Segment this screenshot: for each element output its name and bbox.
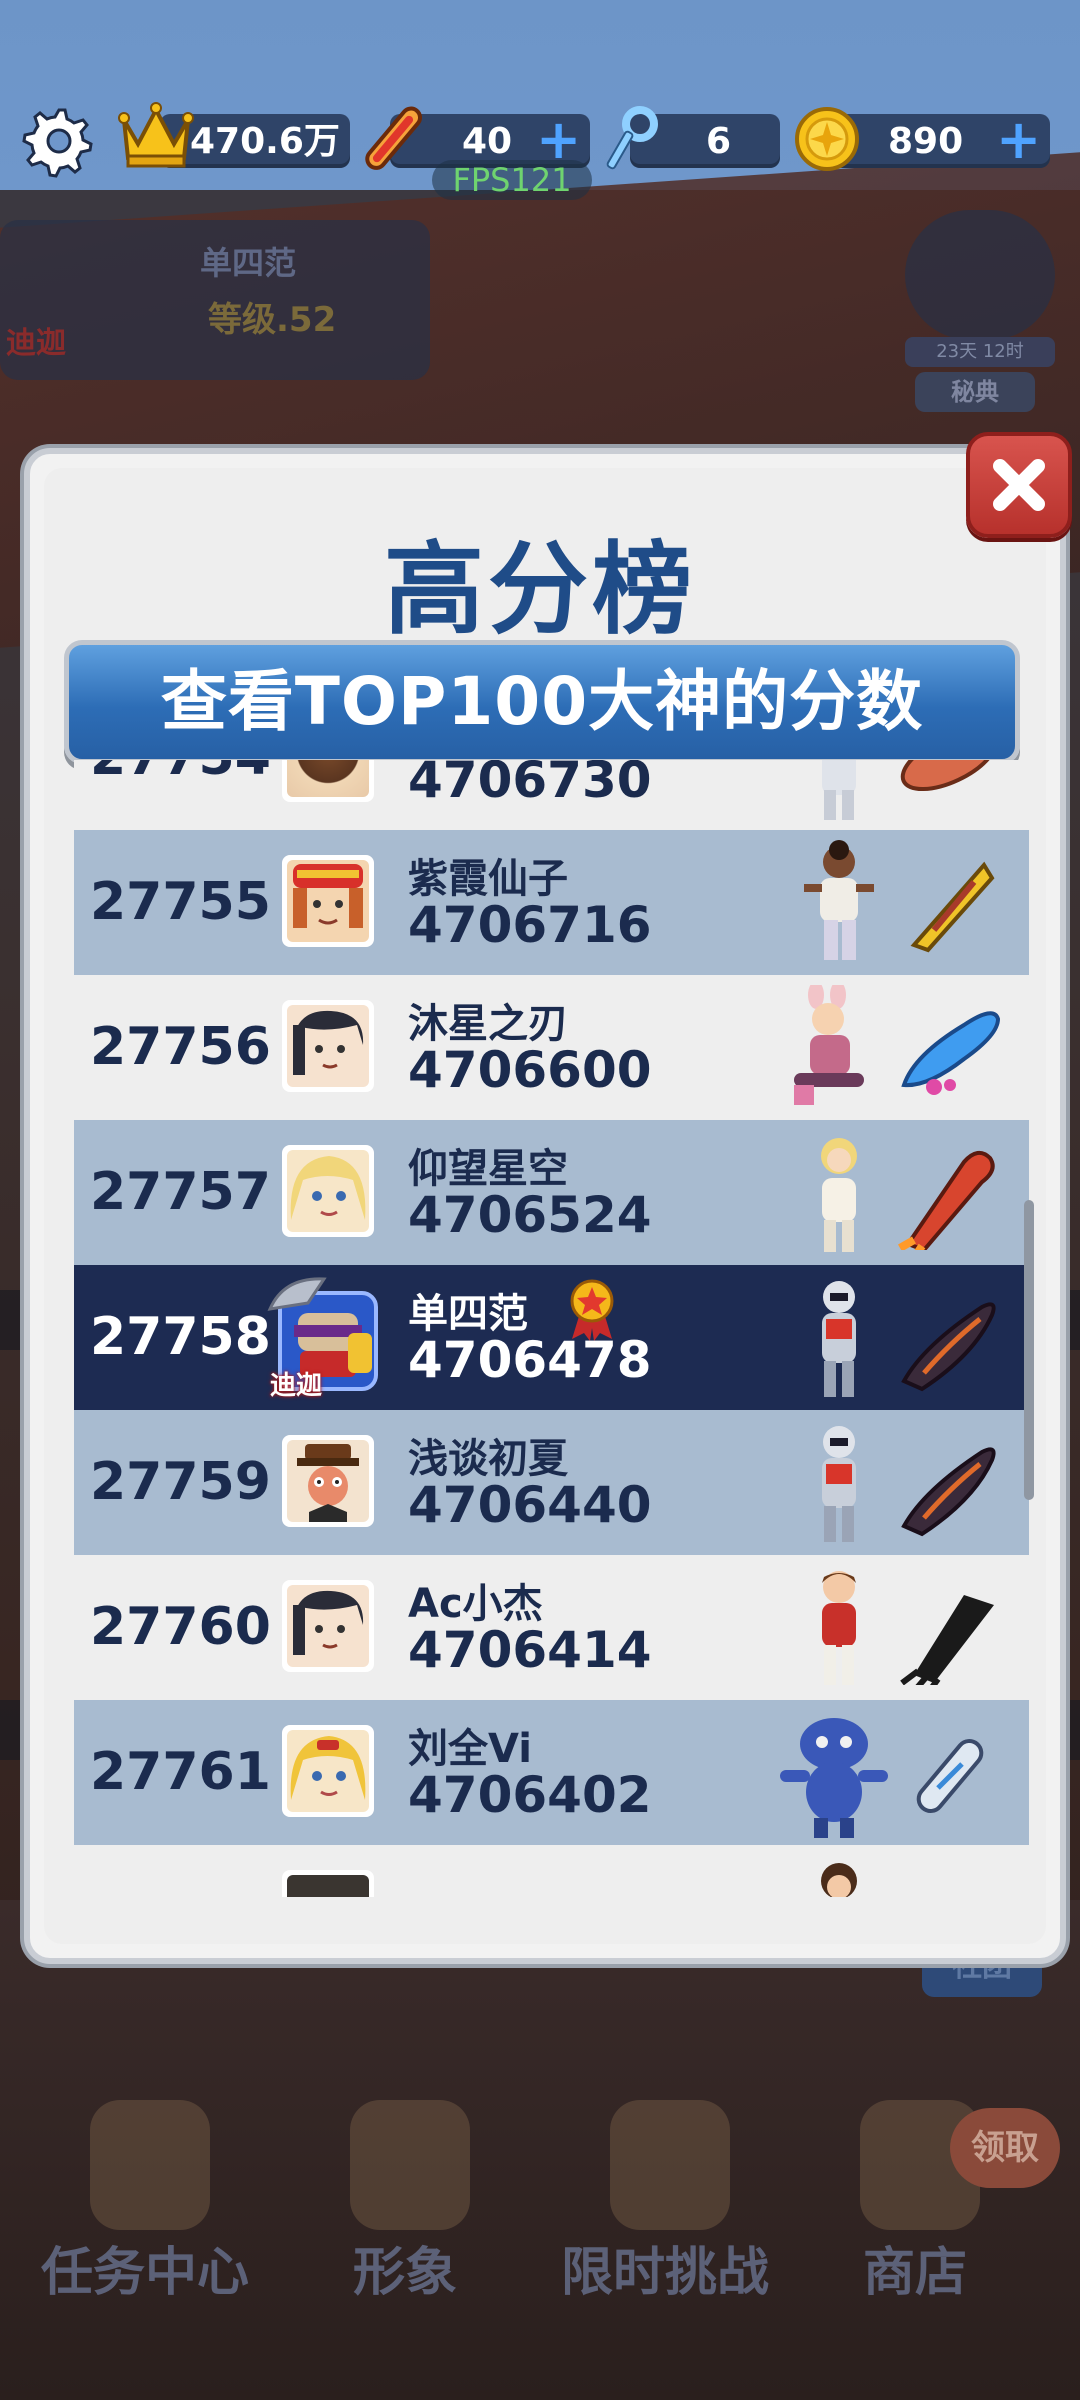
coin-icon (794, 106, 860, 172)
hoverboard-icon (894, 1140, 1004, 1261)
add-board-button[interactable]: + (536, 113, 581, 167)
character-icon (794, 1565, 884, 1695)
event-timer: 23天 12时 (905, 337, 1055, 367)
dock-challenge[interactable]: 限时挑战 (550, 2100, 780, 2303)
row-rank: 27755 (90, 872, 271, 932)
player-score: 4706716 (408, 896, 652, 954)
row-rank: 27759 (90, 1452, 271, 1512)
character-icon (794, 1855, 884, 1897)
leaderboard-row[interactable]: 27755 紫霞仙子 4706716 (74, 830, 1029, 975)
character-icon (774, 981, 884, 1115)
player-avatar (282, 1580, 374, 1672)
key-value: 6 (706, 121, 732, 162)
player-avatar: 迪迦 (264, 1273, 384, 1401)
player-avatar (282, 1000, 374, 1092)
fps-counter: FPS121 (432, 160, 592, 200)
player-score: 4706402 (408, 1766, 652, 1824)
character-icon (774, 1710, 894, 1840)
hoverboard-icon (894, 850, 1004, 960)
leaderboard-list[interactable]: 27754 4706730 27755 紫霞仙子 4706716 27756 (74, 760, 1029, 1897)
hoverboard-icon (894, 995, 1004, 1105)
leaderboard-title: 高分榜 (384, 531, 696, 648)
list-scrollbar[interactable] (1024, 1200, 1034, 1500)
add-coin-button[interactable]: + (996, 113, 1041, 167)
settings-gear-icon[interactable] (22, 104, 96, 178)
row-rank: 27754 (90, 760, 271, 830)
trophy-icon (90, 2100, 210, 2230)
character-icon (794, 1420, 884, 1550)
key-icon (602, 104, 662, 174)
row-rank: 27761 (90, 1742, 271, 1802)
row-rank: 27758 (90, 1307, 271, 1367)
event-icon[interactable] (905, 210, 1055, 340)
player-avatar (282, 1725, 374, 1817)
hoverboard-icon (894, 1285, 1004, 1395)
leaderboard-row[interactable]: 27757 仰望星空 4706524 (74, 1120, 1029, 1265)
dock-label: 限时挑战 (560, 2243, 769, 2303)
character-icon (794, 1275, 884, 1405)
player-score: 4706600 (408, 1041, 652, 1099)
coin-counter: 890 + (830, 113, 1050, 168)
dock-outfit[interactable]: 形象 (290, 2100, 520, 2303)
dock-label: 任务中心 (40, 2243, 249, 2303)
leaderboard-row[interactable]: 27759 浅谈初夏 4706440 (74, 1410, 1029, 1555)
top100-label: 查看TOP100大神的分数 (160, 663, 924, 740)
leaderboard-row[interactable]: 27760 Ac小杰 4706414 (74, 1555, 1029, 1700)
close-button[interactable] (966, 432, 1072, 538)
coin-value: 890 (888, 121, 964, 162)
profile-name: 单四范 (200, 244, 297, 282)
event-label[interactable]: 秘典 (915, 372, 1035, 412)
player-avatar (282, 1435, 374, 1527)
player-score: 4706478 (408, 1331, 652, 1389)
dock-label: 形象 (352, 2243, 457, 2303)
hoverboard-icon (894, 760, 1004, 815)
player-score: 4706730 (408, 760, 652, 809)
leaderboard-row[interactable]: 27756 沐星之刃 4706600 (74, 975, 1029, 1120)
player-avatar (282, 1870, 374, 1897)
crown-icon (118, 100, 194, 170)
crown-value: 470.6万 (190, 121, 340, 162)
profile-level: 等级.52 (208, 300, 337, 340)
row-rank: 27757 (90, 1162, 271, 1222)
row-rank: 27760 (90, 1597, 271, 1657)
avatar-badge: 迪迦 (270, 1371, 323, 1401)
top-hud: 470.6万 40 + 6 890 + FPS121 (0, 0, 1080, 200)
profile-badge: 迪迦 (6, 326, 66, 361)
dock-label: 商店 (862, 2243, 967, 2303)
player-avatar (282, 855, 374, 947)
close-icon (993, 459, 1045, 511)
dock-missions[interactable]: 任务中心 (30, 2100, 260, 2303)
character-icon (794, 840, 884, 970)
leaderboard-row-self[interactable]: 27758 迪迦 单四范 4706478 (74, 1265, 1029, 1410)
player-score: 4706414 (408, 1621, 652, 1679)
hoverboard-icon (358, 104, 428, 174)
hoverboard-icon (894, 1720, 1004, 1830)
top100-button[interactable]: 查看TOP100大神的分数 (64, 640, 1020, 764)
character-icon (794, 760, 884, 825)
character-icon (794, 1130, 884, 1260)
claim-badge[interactable]: 领取 (950, 2108, 1060, 2188)
leaderboard-row[interactable] (74, 1845, 1029, 1897)
character-icon (350, 2100, 470, 2230)
calendar-icon (610, 2100, 730, 2230)
hoverboard-icon (894, 1575, 1004, 1695)
leaderboard-row[interactable]: 27761 刘全Vi 4706402 (74, 1700, 1029, 1845)
leaderboard-row[interactable]: 27754 4706730 (74, 760, 1029, 830)
player-avatar (282, 1145, 374, 1237)
row-rank: 27756 (90, 1017, 271, 1077)
player-score: 4706524 (408, 1186, 652, 1244)
player-score: 4706440 (408, 1476, 652, 1534)
player-avatar (282, 760, 374, 802)
hoverboard-icon (894, 1430, 1004, 1540)
